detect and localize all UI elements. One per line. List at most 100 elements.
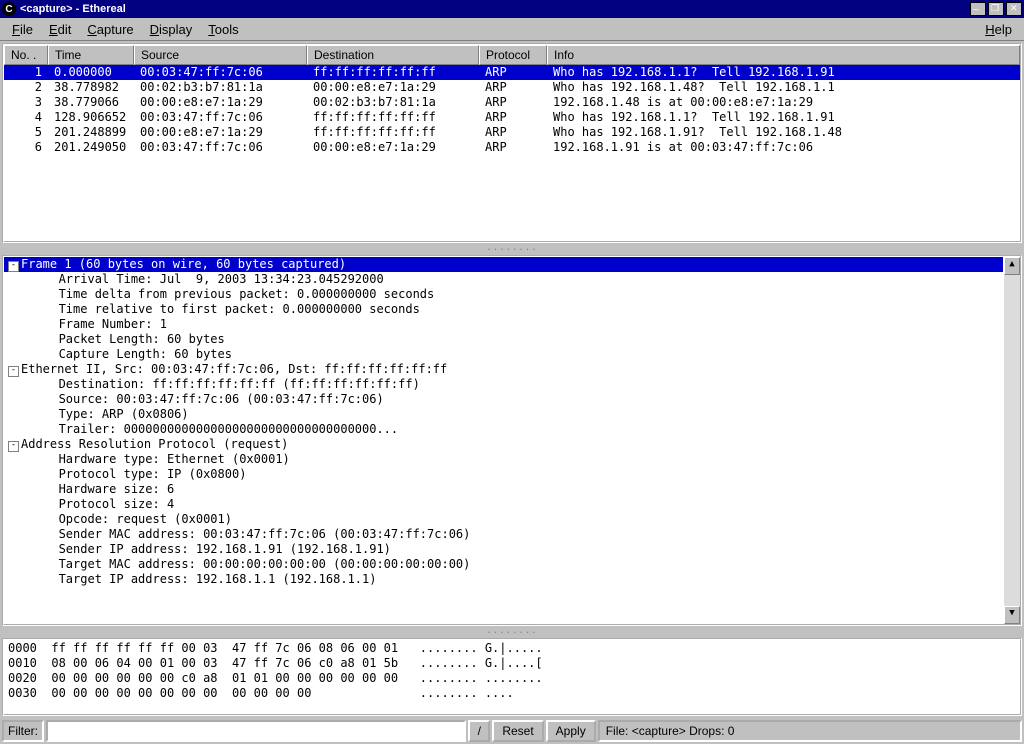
filter-dropdown-icon[interactable]: /	[468, 720, 490, 742]
col-info[interactable]: Info	[547, 45, 1020, 65]
tree-line[interactable]: -Frame 1 (60 bytes on wire, 60 bytes cap…	[4, 257, 1003, 272]
tree-text: Trailer: 0000000000000000000000000000000…	[59, 422, 399, 436]
col-time[interactable]: Time	[48, 45, 134, 65]
tree-line[interactable]: -Ethernet II, Src: 00:03:47:ff:7c:06, Ds…	[4, 362, 1003, 377]
packet-list-panel: No. . Time Source Destination Protocol I…	[2, 43, 1022, 243]
tree-line[interactable]: Packet Length: 60 bytes	[4, 332, 1003, 347]
table-row[interactable]: 238.77898200:02:b3:b7:81:1a00:00:e8:e7:1…	[4, 80, 1020, 95]
cell-info: Who has 192.168.1.1? Tell 192.168.1.91	[547, 110, 1020, 125]
close-button[interactable]	[1006, 2, 1022, 16]
cell-no: 3	[4, 95, 48, 110]
table-row[interactable]: 5201.24889900:00:e8:e7:1a:29ff:ff:ff:ff:…	[4, 125, 1020, 140]
tree-text: Hardware type: Ethernet (0x0001)	[59, 452, 290, 466]
packet-bytes-body[interactable]: 0000 ff ff ff ff ff ff 00 03 47 ff 7c 06…	[4, 640, 1020, 714]
menu-file[interactable]: File	[4, 20, 41, 39]
tree-line[interactable]: Sender IP address: 192.168.1.91 (192.168…	[4, 542, 1003, 557]
scroll-track[interactable]	[1004, 275, 1020, 606]
menu-capture[interactable]: Capture	[79, 20, 141, 39]
cell-no: 1	[4, 65, 48, 80]
tree-line[interactable]: Arrival Time: Jul 9, 2003 13:34:23.04529…	[4, 272, 1003, 287]
cell-dst: ff:ff:ff:ff:ff:ff	[307, 125, 479, 140]
tree-line[interactable]: Frame Number: 1	[4, 317, 1003, 332]
tree-line[interactable]: Protocol size: 4	[4, 497, 1003, 512]
details-scrollbar[interactable]: ▲ ▼	[1003, 257, 1020, 624]
packet-bytes-panel: 0000 ff ff ff ff ff ff 00 03 47 ff 7c 06…	[2, 638, 1022, 716]
tree-text: Ethernet II, Src: 00:03:47:ff:7c:06, Dst…	[21, 362, 447, 376]
tree-text: Sender IP address: 192.168.1.91 (192.168…	[59, 542, 391, 556]
tree-text: Destination: ff:ff:ff:ff:ff:ff (ff:ff:ff…	[59, 377, 420, 391]
tree-text: Target MAC address: 00:00:00:00:00:00 (0…	[59, 557, 471, 571]
cell-src: 00:03:47:ff:7c:06	[134, 110, 307, 125]
cell-dst: ff:ff:ff:ff:ff:ff	[307, 110, 479, 125]
cell-info: Who has 192.168.1.48? Tell 192.168.1.1	[547, 80, 1020, 95]
col-no[interactable]: No. .	[4, 45, 48, 65]
tree-text: Opcode: request (0x0001)	[59, 512, 232, 526]
table-row[interactable]: 10.00000000:03:47:ff:7c:06ff:ff:ff:ff:ff…	[4, 65, 1020, 80]
tree-text: Arrival Time: Jul 9, 2003 13:34:23.04529…	[59, 272, 384, 286]
expander-icon[interactable]: -	[8, 441, 19, 452]
tree-line[interactable]: Sender MAC address: 00:03:47:ff:7c:06 (0…	[4, 527, 1003, 542]
tree-text: Frame 1 (60 bytes on wire, 60 bytes capt…	[21, 257, 346, 271]
scroll-down-icon[interactable]: ▼	[1004, 606, 1020, 624]
tree-line[interactable]: Source: 00:03:47:ff:7c:06 (00:03:47:ff:7…	[4, 392, 1003, 407]
filter-input[interactable]	[46, 720, 466, 742]
cell-prot: ARP	[479, 80, 547, 95]
menu-display[interactable]: Display	[142, 20, 201, 39]
col-protocol[interactable]: Protocol	[479, 45, 547, 65]
apply-button[interactable]: Apply	[546, 720, 596, 742]
cell-src: 00:03:47:ff:7c:06	[134, 140, 307, 155]
col-dest[interactable]: Destination	[307, 45, 479, 65]
tree-line[interactable]: Capture Length: 60 bytes	[4, 347, 1003, 362]
tree-line[interactable]: Time delta from previous packet: 0.00000…	[4, 287, 1003, 302]
table-row[interactable]: 6201.24905000:03:47:ff:7c:0600:00:e8:e7:…	[4, 140, 1020, 155]
cell-src: 00:02:b3:b7:81:1a	[134, 80, 307, 95]
packet-list-body[interactable]: 10.00000000:03:47:ff:7c:06ff:ff:ff:ff:ff…	[4, 65, 1020, 241]
scroll-up-icon[interactable]: ▲	[1004, 257, 1020, 275]
cell-time: 128.906652	[48, 110, 134, 125]
tree-line[interactable]: Target MAC address: 00:00:00:00:00:00 (0…	[4, 557, 1003, 572]
packet-list-header: No. . Time Source Destination Protocol I…	[4, 45, 1020, 65]
tree-line[interactable]: Hardware size: 6	[4, 482, 1003, 497]
cell-src: 00:00:e8:e7:1a:29	[134, 95, 307, 110]
menu-edit[interactable]: Edit	[41, 20, 79, 39]
minimize-button[interactable]	[970, 2, 986, 16]
tree-text: Hardware size: 6	[59, 482, 175, 496]
cell-dst: 00:00:e8:e7:1a:29	[307, 140, 479, 155]
tree-text: Source: 00:03:47:ff:7c:06 (00:03:47:ff:7…	[59, 392, 384, 406]
col-source[interactable]: Source	[134, 45, 307, 65]
cell-prot: ARP	[479, 140, 547, 155]
tree-text: Time relative to first packet: 0.0000000…	[59, 302, 420, 316]
expander-icon[interactable]: -	[8, 261, 19, 272]
cell-time: 38.779066	[48, 95, 134, 110]
expander-icon[interactable]: -	[8, 366, 19, 377]
cell-src: 00:00:e8:e7:1a:29	[134, 125, 307, 140]
tree-line[interactable]: Trailer: 0000000000000000000000000000000…	[4, 422, 1003, 437]
table-row[interactable]: 4128.90665200:03:47:ff:7c:06ff:ff:ff:ff:…	[4, 110, 1020, 125]
tree-text: Sender MAC address: 00:03:47:ff:7c:06 (0…	[59, 527, 471, 541]
packet-details-body[interactable]: -Frame 1 (60 bytes on wire, 60 bytes cap…	[4, 257, 1003, 624]
menu-tools[interactable]: Tools	[200, 20, 246, 39]
table-row[interactable]: 338.77906600:00:e8:e7:1a:2900:02:b3:b7:8…	[4, 95, 1020, 110]
filter-label: Filter:	[2, 720, 44, 742]
tree-line[interactable]: Target IP address: 192.168.1.1 (192.168.…	[4, 572, 1003, 587]
cell-prot: ARP	[479, 110, 547, 125]
tree-line[interactable]: -Address Resolution Protocol (request)	[4, 437, 1003, 452]
tree-line[interactable]: Hardware type: Ethernet (0x0001)	[4, 452, 1003, 467]
status-bar: File: <capture> Drops: 0	[598, 720, 1022, 742]
tree-line[interactable]: Destination: ff:ff:ff:ff:ff:ff (ff:ff:ff…	[4, 377, 1003, 392]
splitter-1[interactable]: ........	[0, 245, 1024, 253]
splitter-2[interactable]: ........	[0, 628, 1024, 636]
tree-text: Address Resolution Protocol (request)	[21, 437, 288, 451]
window-title: <capture> - Ethereal	[20, 3, 968, 15]
tree-line[interactable]: Protocol type: IP (0x0800)	[4, 467, 1003, 482]
titlebar[interactable]: C <capture> - Ethereal	[0, 0, 1024, 18]
reset-button[interactable]: Reset	[492, 720, 543, 742]
app-window: C <capture> - Ethereal File Edit Capture…	[0, 0, 1024, 744]
menu-help[interactable]: Help	[977, 20, 1020, 39]
maximize-button[interactable]	[988, 2, 1004, 16]
tree-text: Packet Length: 60 bytes	[59, 332, 225, 346]
tree-line[interactable]: Opcode: request (0x0001)	[4, 512, 1003, 527]
cell-info: 192.168.1.91 is at 00:03:47:ff:7c:06	[547, 140, 1020, 155]
tree-line[interactable]: Time relative to first packet: 0.0000000…	[4, 302, 1003, 317]
tree-line[interactable]: Type: ARP (0x0806)	[4, 407, 1003, 422]
